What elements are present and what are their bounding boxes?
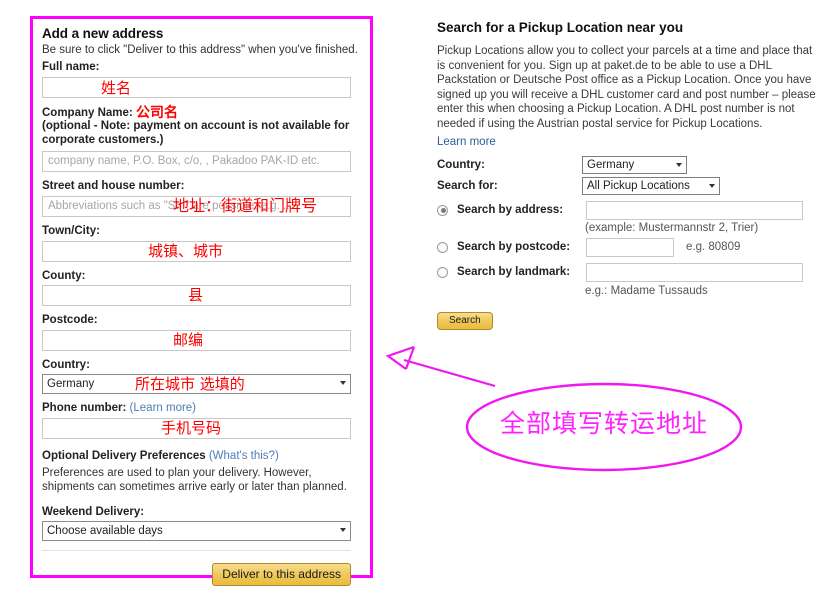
pickup-country-row: Country: Germany [437, 155, 822, 174]
company-name-placeholder: company name, P.O. Box, c/o, , Pakadoo P… [48, 155, 320, 168]
annotation-country: 所在城市 选填的 [135, 375, 245, 394]
annotation-county: 县 [188, 286, 204, 305]
search-by-landmark-row: Search by landmark: [437, 262, 822, 282]
phone-label-text: Phone number: [42, 402, 127, 415]
county-input[interactable]: 县 [42, 285, 351, 307]
chevron-down-icon [676, 162, 682, 167]
search-button[interactable]: Search [437, 311, 493, 330]
company-name-label-text: Company Name: [42, 106, 133, 119]
search-by-landmark-input[interactable] [586, 262, 803, 282]
chevron-down-icon [340, 528, 346, 533]
postcode-input[interactable]: 邮编 [42, 329, 351, 351]
delivery-preferences-heading: Optional Delivery Preferences (What's th… [42, 450, 361, 464]
search-by-postcode-input[interactable] [586, 237, 674, 257]
radio-search-by-landmark[interactable] [437, 266, 448, 278]
pickup-search-for-row: Search for: All Pickup Locations [437, 176, 822, 195]
pickup-panel-description: Pickup Locations allow you to collect yo… [437, 45, 816, 130]
weekend-delivery-select[interactable]: Choose available days [42, 521, 351, 542]
page-title: Add a new address [42, 26, 164, 41]
search-by-landmark-label: Search by landmark: [457, 266, 571, 279]
phone-input[interactable]: 手机号码 [42, 417, 351, 439]
postcode-label: Postcode: [42, 314, 98, 327]
pickup-search-for-value: All Pickup Locations [587, 179, 690, 192]
annotation-postcode: 邮编 [173, 330, 204, 349]
full-name-label: Full name: [42, 61, 100, 74]
country-label: Country: [42, 358, 90, 371]
pickup-country-select[interactable]: Germany [582, 155, 687, 174]
pickup-learn-more-link[interactable]: Learn more [437, 136, 496, 148]
full-name-input[interactable]: 姓名 [42, 76, 351, 98]
company-name-label: Company Name: 公司名 (optional - Note: paym… [42, 105, 361, 148]
divider [42, 550, 351, 552]
weekend-delivery-label: Weekend Delivery: [42, 505, 145, 518]
search-by-address-hint: (example: Mustermannstr 2, Trier) [585, 221, 759, 234]
street-label: Street and house number: [42, 180, 185, 193]
county-label: County: [42, 269, 86, 282]
weekend-delivery-value: Choose available days [47, 525, 163, 538]
company-name-input[interactable]: company name, P.O. Box, c/o, , Pakadoo P… [42, 151, 351, 173]
delivery-preferences-description: Preferences are used to plan your delive… [42, 467, 347, 493]
pickup-location-panel: Search for a Pickup Location near you Pi… [437, 20, 822, 330]
annotation-ellipse-text: 全部填写转运地址 [499, 409, 708, 438]
chevron-down-icon [709, 183, 715, 188]
search-by-address-label: Search by address: [457, 204, 564, 217]
whats-this-link[interactable]: (What's this?) [209, 450, 279, 462]
town-city-label: Town/City: [42, 225, 100, 238]
annotation-street: 地址：街道和门牌号 [173, 196, 318, 216]
form-subtitle: Be sure to click "Deliver to this addres… [42, 44, 358, 56]
pickup-search-for-select[interactable]: All Pickup Locations [582, 176, 720, 195]
search-by-address-row: Search by address: [437, 200, 822, 220]
chevron-down-icon [340, 381, 346, 386]
radio-search-by-postcode[interactable] [437, 241, 448, 253]
annotation-full-name: 姓名 [101, 78, 132, 97]
pickup-country-value: Germany [587, 158, 635, 171]
phone-label: Phone number: (Learn more) [42, 402, 361, 416]
pickup-country-label: Country: [437, 158, 485, 171]
annotation-town-city: 城镇、城市 [148, 241, 224, 260]
country-select[interactable]: Germany 所在城市 选填的 [42, 374, 351, 395]
annotation-arrow-shaft [403, 358, 496, 388]
search-by-postcode-row: Search by postcode: e.g. 80809 [437, 237, 822, 257]
page-root: Add a new address Be sure to click "Deli… [0, 0, 835, 591]
submit-row: Deliver to this address [42, 563, 351, 587]
annotation-arrow-head [385, 345, 415, 370]
company-name-note: (optional - Note: payment on account is … [42, 120, 350, 146]
add-address-form-panel: Add a new address Be sure to click "Deli… [30, 16, 373, 587]
pickup-search-for-label: Search for: [437, 179, 498, 192]
annotation-phone: 手机号码 [161, 418, 222, 437]
delivery-preferences-heading-text: Optional Delivery Preferences [42, 449, 206, 462]
radio-search-by-address[interactable] [437, 204, 448, 216]
search-by-postcode-label: Search by postcode: [457, 241, 571, 254]
phone-learn-more-link[interactable]: (Learn more) [130, 402, 196, 414]
search-by-landmark-hint: e.g.: Madame Tussauds [585, 284, 708, 297]
search-by-postcode-hint: e.g. 80809 [686, 241, 741, 254]
search-by-address-input[interactable] [586, 200, 803, 220]
pickup-panel-title: Search for a Pickup Location near you [437, 20, 684, 35]
pickup-search-row: Search [437, 310, 822, 330]
street-input[interactable]: Abbreviations such as "Str." are possibl… [42, 196, 351, 218]
deliver-to-this-address-button[interactable]: Deliver to this address [212, 563, 351, 587]
town-city-input[interactable]: 城镇、城市 [42, 240, 351, 262]
country-select-value: Germany [47, 378, 95, 391]
annotation-company-name: 公司名 [135, 104, 178, 121]
